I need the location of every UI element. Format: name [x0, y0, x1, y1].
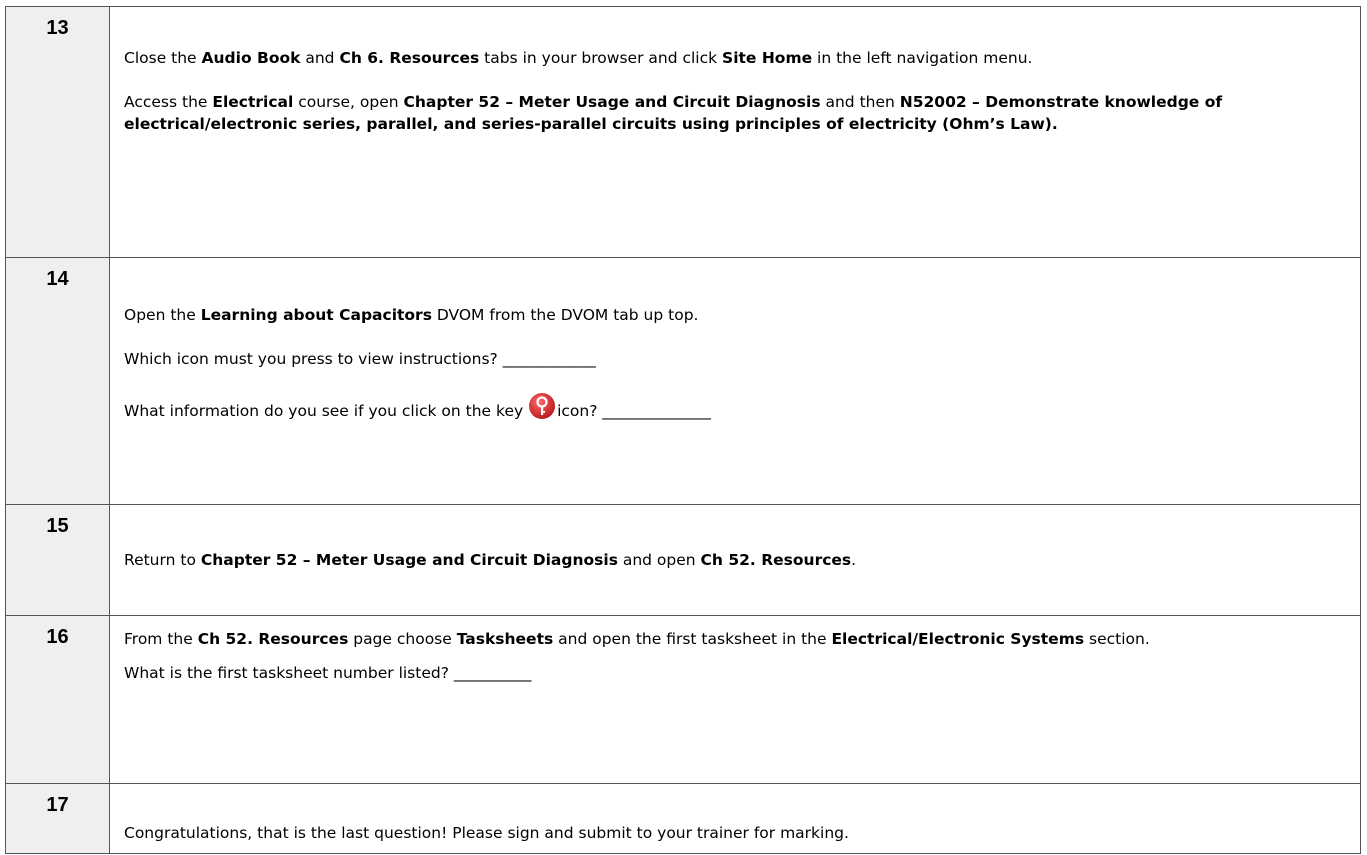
- step-number: 17: [46, 794, 69, 816]
- step-number-cell: 15: [5, 504, 110, 616]
- answer-blank: __________: [453, 664, 532, 682]
- step-13-instruction-2: Access the Electrical course, open Chapt…: [124, 93, 1223, 133]
- step-row-13: 13 Close the Audio Book and Ch 6. Resour…: [5, 6, 1361, 258]
- step-row-17: 17 Congratulations, that is the last que…: [5, 783, 1361, 854]
- step-number-cell: 14: [5, 257, 110, 505]
- step-row-16: 16 From the Ch 52. Resources page choose…: [5, 615, 1361, 784]
- step-number: 15: [46, 515, 69, 537]
- step-content: Return to Chapter 52 – Meter Usage and C…: [109, 504, 1361, 616]
- step-content: Open the Learning about Capacitors DVOM …: [109, 257, 1361, 505]
- step-number-cell: 13: [5, 6, 110, 258]
- step-row-15: 15 Return to Chapter 52 – Meter Usage an…: [5, 504, 1361, 616]
- step-content: Congratulations, that is the last questi…: [109, 783, 1361, 854]
- step-number: 14: [46, 268, 69, 290]
- step-number: 16: [46, 626, 69, 648]
- step-16-question: What is the first tasksheet number liste…: [124, 664, 532, 682]
- step-content: Close the Audio Book and Ch 6. Resources…: [109, 6, 1361, 258]
- answer-blank: ______________: [602, 402, 711, 420]
- step-14-question-2: What information do you see if you click…: [124, 392, 1346, 422]
- step-row-14: 14 Open the Learning about Capacitors DV…: [5, 257, 1361, 505]
- answer-blank: ____________: [502, 350, 596, 368]
- step-number-cell: 16: [5, 615, 110, 784]
- step-number-cell: 17: [5, 783, 110, 854]
- step-17-message: Congratulations, that is the last questi…: [124, 824, 849, 842]
- steps-table: 13 Close the Audio Book and Ch 6. Resour…: [5, 6, 1361, 854]
- step-content: From the Ch 52. Resources page choose Ta…: [109, 615, 1361, 784]
- key-icon: [528, 392, 556, 420]
- step-15-instruction: Return to Chapter 52 – Meter Usage and C…: [124, 551, 857, 569]
- step-number: 13: [46, 17, 69, 39]
- step-14-instruction-1: Open the Learning about Capacitors DVOM …: [124, 306, 699, 324]
- step-16-instruction: From the Ch 52. Resources page choose Ta…: [124, 630, 1150, 648]
- step-14-question-1: Which icon must you press to view instru…: [124, 350, 596, 368]
- step-13-instruction-1: Close the Audio Book and Ch 6. Resources…: [124, 49, 1033, 67]
